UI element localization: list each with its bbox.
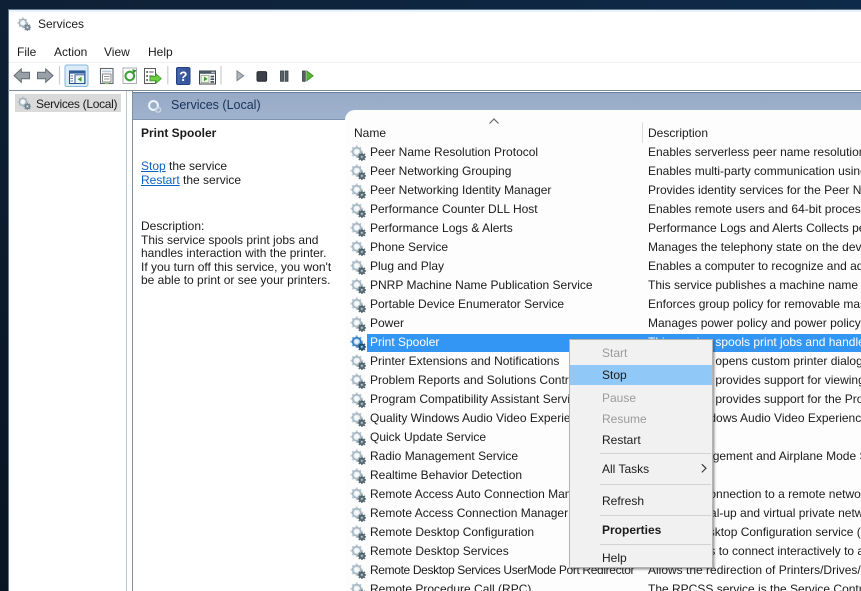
svg-text:?: ? <box>179 69 187 84</box>
